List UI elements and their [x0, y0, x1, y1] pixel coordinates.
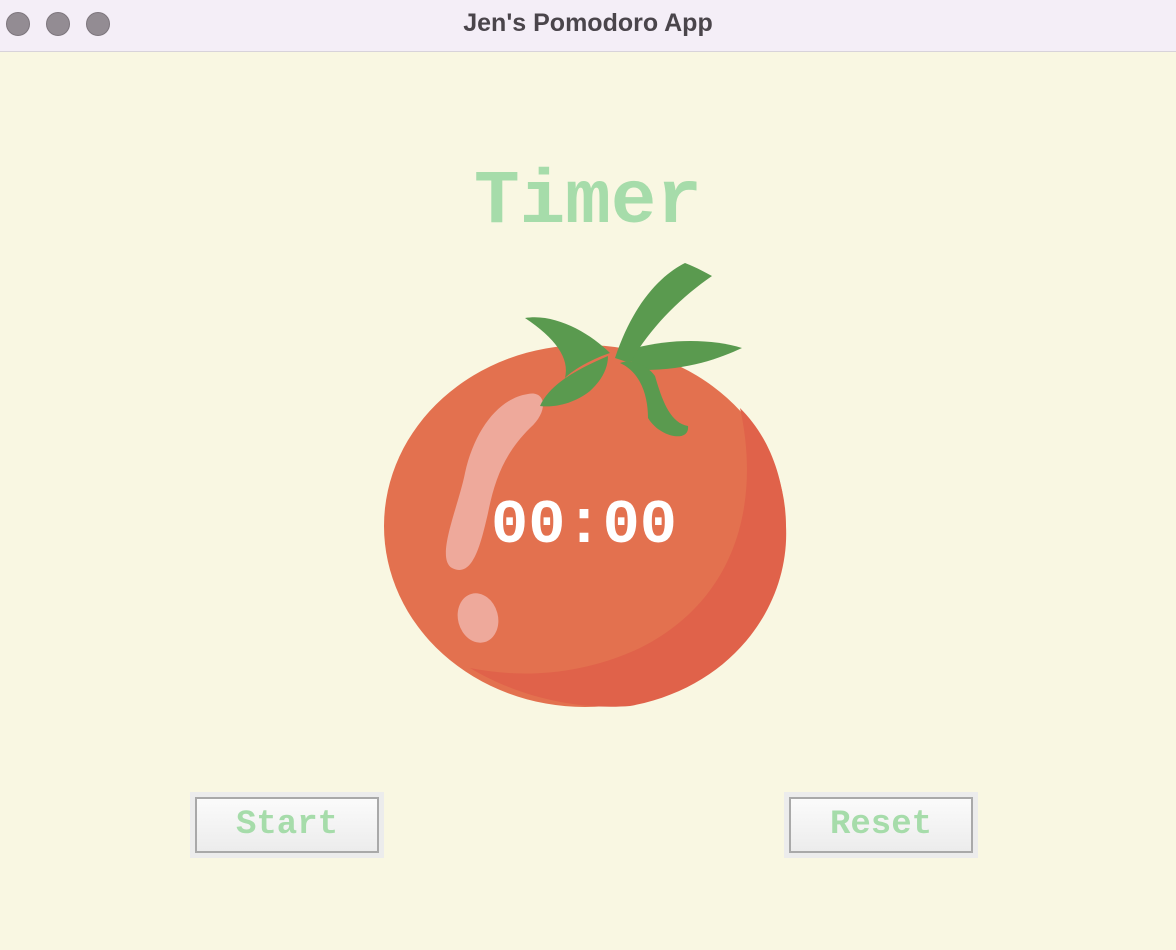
timer-heading: Timer [473, 159, 703, 245]
reset-button-frame: Reset [784, 792, 978, 858]
reset-button[interactable]: Reset [789, 797, 973, 853]
window-title: Jen's Pomodoro App [463, 9, 713, 37]
tomato-icon [380, 258, 790, 710]
countdown-display: 00:00 [490, 490, 678, 561]
start-button[interactable]: Start [195, 797, 379, 853]
app-window: Jen's Pomodoro App Timer 00:00 Start Res… [0, 0, 1176, 950]
main-content: Timer 00:00 Start Reset [0, 53, 1176, 950]
start-button-frame: Start [190, 792, 384, 858]
title-bar[interactable]: Jen's Pomodoro App [0, 0, 1176, 52]
